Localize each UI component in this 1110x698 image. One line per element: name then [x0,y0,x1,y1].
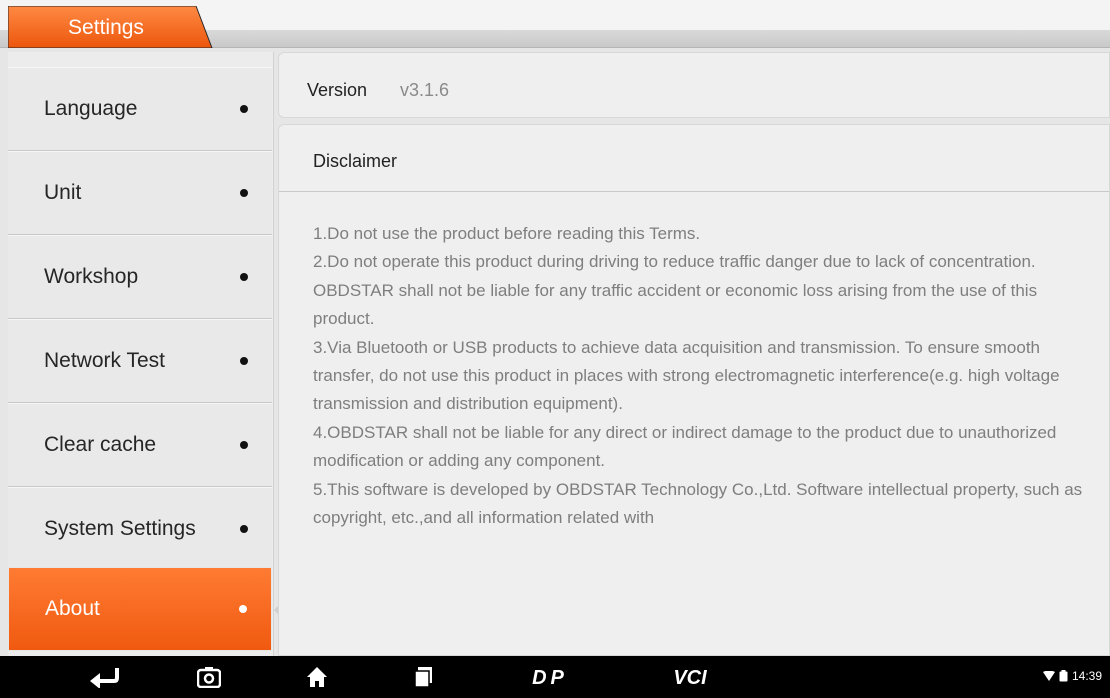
sidebar-item-about[interactable]: About [8,567,272,651]
disclaimer-paragraph: 5.This software is developed by OBDSTAR … [313,479,1083,528]
bullet-dot [240,441,248,449]
divider [279,191,1109,192]
disclaimer-paragraph: 2.Do not operate this product during dri… [313,252,1038,329]
sidebar-item-clear-cache[interactable]: Clear cache [8,403,272,487]
version-label: Version [307,80,368,100]
vci-button[interactable]: VCI [660,656,720,698]
sidebar-item-language[interactable]: Language [8,67,272,151]
top-header: Settings [0,0,1110,48]
sidebar-item-label: Network Test [44,349,165,372]
bullet-dot [240,105,248,113]
status-area: 14:39 [1042,669,1102,683]
recent-apps-button[interactable] [400,656,448,698]
sidebar-item-system-settings[interactable]: System Settings [8,487,272,571]
recent-apps-icon [414,667,432,688]
home-button[interactable] [293,656,341,698]
disclaimer-paragraph: 4.OBDSTAR shall not be liable for any di… [313,422,1057,471]
sidebar-item-label: Clear cache [44,433,157,456]
version-panel: Version v3.1.6 [278,52,1110,118]
back-icon [90,668,119,688]
screenshot-icon [197,667,221,688]
sidebar-item-label: Workshop [44,265,139,288]
home-icon [307,667,327,687]
tab-label: Settings [68,16,144,39]
disclaimer-title: Disclaimer [313,151,398,171]
disclaimer-paragraph: 3.Via Bluetooth or USB products to achie… [313,337,1060,414]
sidebar-item-workshop[interactable]: Workshop [8,235,272,319]
sidebar-item-unit[interactable]: Unit [8,151,272,235]
disclaimer-panel[interactable]: Disclaimer 1.Do not use the product befo… [278,124,1110,656]
sidebar-item-label: About [45,597,100,620]
bullet-dot [239,605,247,613]
sidebar-item-label: Unit [44,181,82,204]
dp-logo-icon: DP [532,668,568,686]
version-value: v3.1.6 [400,80,450,100]
bullet-dot [240,525,248,533]
clock-text: 14:39 [1071,669,1102,683]
dp-app-button[interactable]: DP [520,656,580,698]
sidebar: Language Unit Workshop Network Test Clea… [8,52,274,656]
back-button[interactable] [80,656,128,698]
vci-icon: VCI [673,667,707,687]
bullet-dot [240,273,248,281]
sidebar-item-network-test[interactable]: Network Test [8,319,272,403]
system-nav-bar: DP VCI 14:39 [0,656,1110,698]
bullet-dot [240,189,248,197]
battery-icon [1059,670,1068,682]
disclaimer-text: 1.Do not use the product before reading … [313,220,1098,532]
screenshot-button[interactable] [185,656,233,698]
bullet-dot [240,357,248,365]
dp-text: DP [532,668,568,686]
sidebar-item-label: Language [44,97,138,120]
disclaimer-paragraph: 1.Do not use the product before reading … [313,224,701,243]
tab-settings[interactable]: Settings [8,6,213,48]
sidebar-item-label: System Settings [44,517,196,540]
vci-text: VCI [673,667,707,687]
wifi-icon [1042,671,1055,681]
